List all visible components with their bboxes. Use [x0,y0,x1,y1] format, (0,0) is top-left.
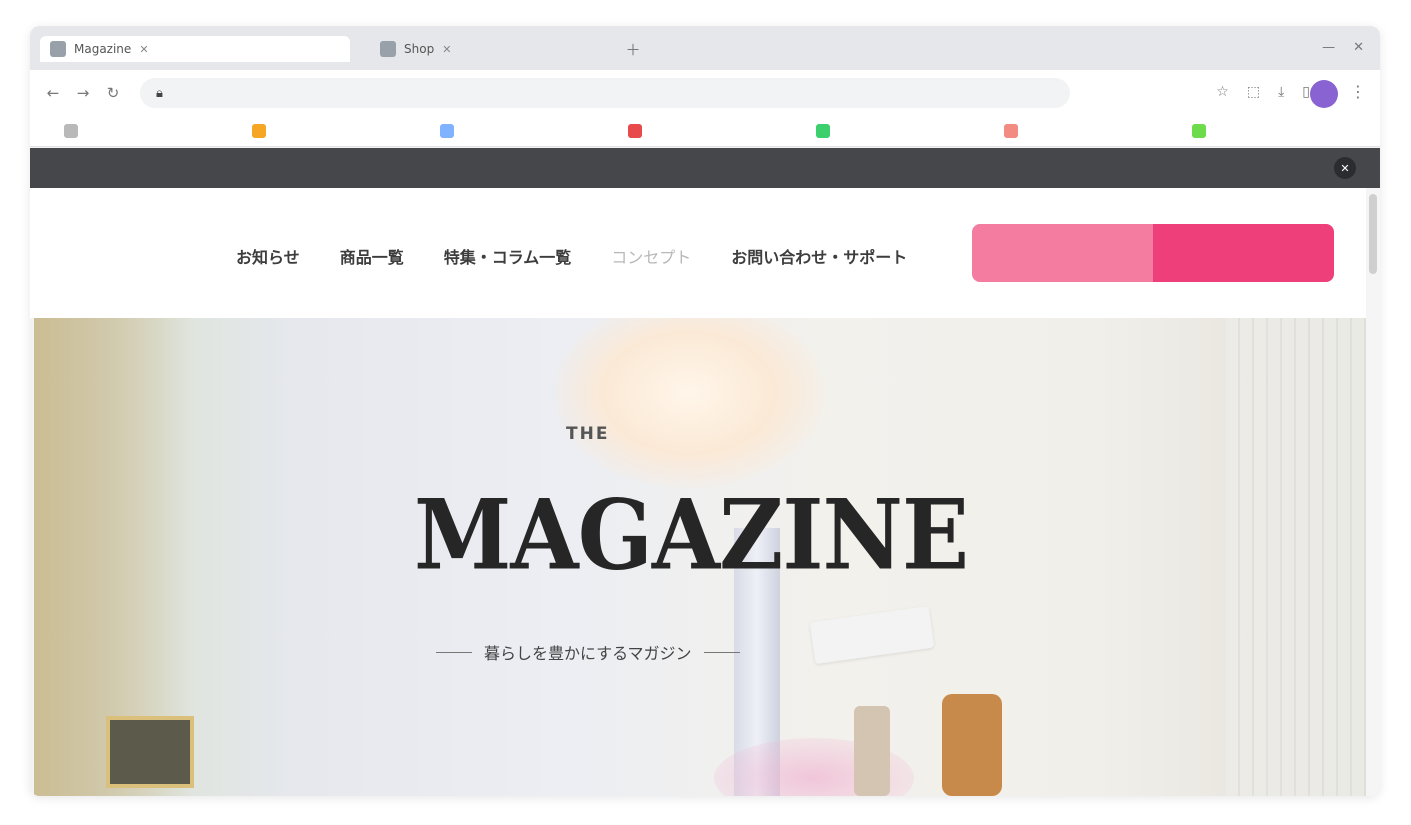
tab-strip: Magazine ✕ Shop ✕ ＋ — ✕ [30,26,1380,70]
hero-logo: MAGAZINE [414,477,969,592]
hero-blind-image [1226,318,1366,796]
browser-window: Magazine ✕ Shop ✕ ＋ — ✕ ← → ↻ 🔒︎ ☆ ⬚ ⤓ ▯… [30,26,1380,796]
browser-toolbar: ← → ↻ 🔒︎ ☆ ⬚ ⤓ ▯ ⋮ [30,70,1380,116]
hero-photo-frame [106,716,194,788]
hero-tagline: 暮らしを豊かにするマガジン [436,640,740,664]
toolbar-icons: ☆ ⬚ ⤓ ▯ [1216,84,1310,100]
bookmark-item[interactable] [816,124,1004,138]
profile-avatar[interactable] [1310,80,1338,108]
hero-banner: THE MAGAZINE 暮らしを豊かにするマガジン [34,318,1366,796]
bookmark-item[interactable] [628,124,816,138]
cta-primary-button[interactable] [972,224,1153,282]
lock-icon: 🔒︎ [156,85,163,101]
scrollbar-thumb[interactable] [1369,194,1377,274]
nav-item-support[interactable]: お問い合わせ・サポート [731,244,907,268]
bookmark-item[interactable] [1192,124,1380,138]
hero-card-image [809,605,935,665]
hero-lamp-glow [554,318,824,488]
divider [436,651,472,653]
hero-figurine-image [942,694,1002,796]
bookmark-icon [252,124,266,138]
hero-tagline-text: 暮らしを豊かにするマガジン [484,644,692,663]
bookmark-icon [440,124,454,138]
bookmark-icon [816,124,830,138]
extension-icon[interactable]: ⬚ [1247,84,1260,100]
hero-figurine-image [854,706,890,796]
divider [703,651,740,653]
bookmarks-bar [30,116,1380,147]
reload-button[interactable]: ↻ [102,82,124,104]
close-announcement-icon[interactable]: ✕ [1334,157,1356,179]
site-header: お知らせ 商品一覧 特集・コラム一覧 コンセプト お問い合わせ・サポート [30,188,1380,318]
page-scrollbar[interactable] [1366,188,1380,796]
new-tab-button[interactable]: ＋ [622,38,644,60]
nav-item-news[interactable]: お知らせ [236,244,300,268]
menu-kebab-icon[interactable]: ⋮ [1350,82,1366,101]
bookmark-item[interactable] [64,124,252,138]
star-icon[interactable]: ☆ [1216,84,1229,100]
minimize-icon[interactable]: — [1322,40,1335,55]
bookmark-icon [1192,124,1206,138]
bookmark-icon [64,124,78,138]
tab-shop[interactable]: Shop ✕ [370,36,590,62]
bookmark-item[interactable] [252,124,440,138]
close-window-icon[interactable]: ✕ [1353,40,1364,55]
cta-group [972,224,1334,282]
bookmark-item[interactable] [440,124,628,138]
window-controls: — ✕ [1322,40,1364,55]
nav-item-products[interactable]: 商品一覧 [340,244,404,268]
nav-item-concept[interactable]: コンセプト [611,244,691,268]
bookmark-icon [1004,124,1018,138]
download-icon[interactable]: ⤓ [1278,84,1284,100]
cta-secondary-button[interactable] [1153,224,1334,282]
bookmark-icon [628,124,642,138]
favicon-icon [380,41,396,57]
address-bar[interactable]: 🔒︎ [140,78,1070,108]
tab-magazine[interactable]: Magazine ✕ [40,36,350,62]
forward-button[interactable]: → [72,82,94,104]
tab-label: Magazine [74,42,132,56]
back-button[interactable]: ← [42,82,64,104]
close-tab-icon[interactable]: ✕ [139,43,148,56]
site-nav: お知らせ 商品一覧 特集・コラム一覧 コンセプト お問い合わせ・サポート [236,244,907,268]
nav-item-features[interactable]: 特集・コラム一覧 [444,244,572,268]
tab-label: Shop [404,42,435,56]
sidebar-icon[interactable]: ▯ [1302,84,1310,100]
favicon-icon [50,41,66,57]
hero-logo-small: THE [566,424,610,444]
bookmark-item[interactable] [1004,124,1192,138]
close-tab-icon[interactable]: ✕ [442,43,451,56]
announcement-bar: ✕ [30,148,1380,188]
